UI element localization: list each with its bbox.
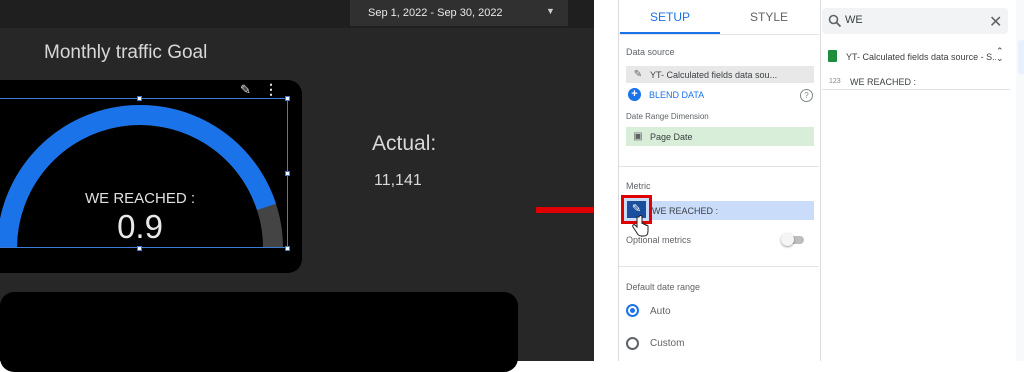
resize-handle[interactable]: [285, 246, 290, 251]
field-name[interactable]: WE REACHED :: [850, 77, 916, 87]
search-icon: [828, 14, 842, 28]
data-source-title[interactable]: YT- Calculated fields data source - S...: [846, 52, 996, 62]
radio-auto-label[interactable]: Auto: [650, 306, 671, 317]
default-date-range-heading: Default date range: [626, 282, 701, 292]
metric-name: WE REACHED :: [652, 205, 719, 216]
toggle-knob[interactable]: [781, 233, 794, 246]
side-panel-tab[interactable]: [1018, 40, 1024, 74]
more-vert-icon[interactable]: ⋮: [264, 81, 278, 98]
date-dimension-chip[interactable]: ▣ Page Date: [626, 127, 814, 146]
data-source-chip[interactable]: ✎ YT- Calculated fields data sou...: [626, 66, 814, 83]
help-icon[interactable]: ?: [800, 89, 813, 102]
blend-data-link[interactable]: BLEND DATA: [649, 90, 704, 100]
date-range-text: Sep 1, 2022 - Sep 30, 2022: [368, 7, 503, 19]
divider: [619, 34, 819, 35]
panel-gap: [594, 0, 618, 361]
radio-custom[interactable]: [626, 337, 639, 350]
date-dimension-name: Page Date: [650, 131, 693, 142]
actual-value: 11,141: [374, 172, 422, 189]
hand-cursor-icon: [632, 215, 649, 237]
pencil-icon[interactable]: ✎: [626, 69, 650, 80]
radio-custom-label[interactable]: Custom: [650, 338, 684, 349]
bottom-chart-card[interactable]: [0, 292, 518, 372]
radio-selected-dot: [630, 308, 635, 313]
tab-setup[interactable]: SETUP: [620, 0, 720, 34]
divider: [822, 89, 1010, 90]
google-sheets-icon: [828, 50, 837, 62]
divider: [619, 266, 819, 267]
metric-heading: Metric: [626, 181, 651, 191]
report-title: Monthly traffic Goal: [44, 42, 208, 63]
resize-handle[interactable]: [285, 171, 290, 176]
actual-label: Actual:: [372, 132, 437, 155]
date-dimension-heading: Date Range Dimension: [626, 112, 709, 121]
resize-handle[interactable]: [137, 96, 142, 101]
collapse-expand-icon[interactable]: ⌃ ⌄: [996, 47, 1004, 63]
calendar-icon: ▣: [633, 131, 643, 142]
pencil-icon[interactable]: ✎: [240, 82, 251, 98]
search-query-text[interactable]: WE: [845, 14, 863, 26]
data-source-name: YT- Calculated fields data sou...: [650, 69, 778, 80]
blend-plus-icon[interactable]: +: [628, 88, 641, 101]
tab-style[interactable]: STYLE: [720, 0, 818, 34]
data-source-heading: Data source: [626, 47, 675, 57]
numeric-type-icon: 123: [829, 78, 841, 85]
metric-chip[interactable]: WE REACHED :: [626, 201, 814, 220]
resize-handle[interactable]: [137, 246, 142, 251]
selection-box[interactable]: [0, 98, 288, 248]
date-range-control[interactable]: Sep 1, 2022 - Sep 30, 2022: [350, 0, 568, 26]
optional-metrics-label: Optional metrics: [626, 235, 692, 245]
chevron-down-icon[interactable]: ▼: [546, 6, 555, 16]
divider: [619, 166, 819, 167]
resize-handle[interactable]: [285, 96, 290, 101]
close-icon[interactable]: ✕: [989, 12, 1002, 32]
